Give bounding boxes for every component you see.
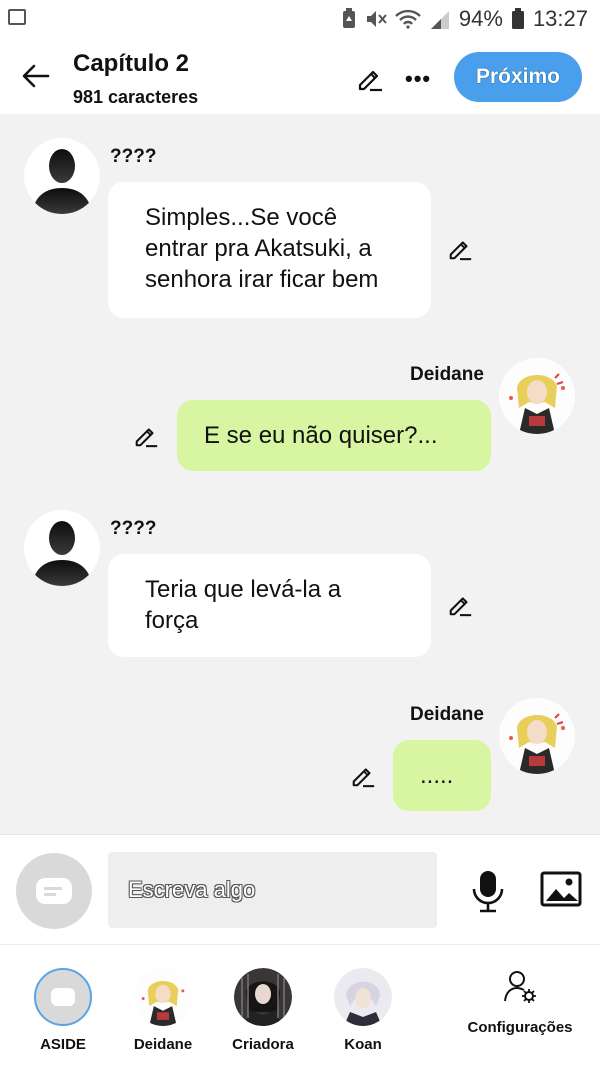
character-label: ASIDE bbox=[40, 1036, 86, 1053]
character-count: 981 caracteres bbox=[73, 87, 199, 107]
chat-area: ???? Simples...Se você entrar pra Akatsu… bbox=[0, 114, 600, 834]
message-bubble-right[interactable]: ..... bbox=[393, 740, 491, 811]
user-settings-icon bbox=[504, 971, 536, 1003]
message-sender-name: Deidane bbox=[410, 704, 484, 725]
unknown-character-avatar[interactable] bbox=[24, 138, 100, 214]
microphone-icon[interactable] bbox=[468, 869, 508, 913]
signal-icon bbox=[430, 11, 449, 29]
aside-toggle-button[interactable] bbox=[16, 853, 92, 929]
chapter-header: Capítulo 2 981 caracteres ••• Próximo bbox=[0, 40, 600, 114]
message-sender-name: ???? bbox=[110, 146, 157, 167]
anime-character-icon bbox=[499, 698, 575, 774]
character-label: Criadora bbox=[232, 1036, 294, 1053]
deidane-avatar[interactable] bbox=[499, 698, 575, 774]
criadora-avatar bbox=[234, 968, 292, 1026]
edit-message-icon[interactable] bbox=[447, 591, 473, 617]
status-icons: 94% 13:27 bbox=[341, 6, 588, 32]
deidane-avatar[interactable] bbox=[499, 358, 575, 434]
character-label: Deidane bbox=[133, 1036, 193, 1053]
character-label: Koan bbox=[344, 1036, 382, 1053]
character-deidane[interactable]: Deidane bbox=[123, 968, 203, 1053]
battery-icon bbox=[511, 8, 524, 29]
chat-bubble-icon bbox=[36, 878, 72, 904]
battery-saver-icon bbox=[342, 8, 355, 28]
chapter-title: Capítulo 2 bbox=[73, 50, 190, 77]
clock: 13:27 bbox=[532, 6, 588, 31]
anime-character-icon bbox=[499, 358, 575, 434]
silhouette-icon bbox=[32, 149, 92, 214]
edit-message-icon[interactable] bbox=[350, 762, 376, 788]
anime-character-icon bbox=[234, 968, 292, 1026]
wifi-icon bbox=[395, 9, 421, 29]
message-bubble-left[interactable]: Simples...Se você entrar pra Akatsuki, a… bbox=[108, 182, 431, 318]
battery-percent: 94% bbox=[458, 6, 503, 31]
message-bubble-left[interactable]: Teria que levá-la a força bbox=[108, 554, 431, 657]
character-aside[interactable]: ASIDE bbox=[23, 968, 103, 1053]
deidane-avatar bbox=[134, 968, 192, 1026]
edit-pencil-icon[interactable] bbox=[356, 64, 384, 92]
next-button[interactable]: Próximo bbox=[454, 52, 582, 102]
anime-character-icon bbox=[334, 968, 392, 1026]
composer-bar: Escreva algo bbox=[0, 834, 600, 945]
message-sender-name: Deidane bbox=[410, 364, 484, 385]
back-arrow-icon[interactable] bbox=[18, 58, 54, 94]
message-sender-name: ???? bbox=[110, 518, 157, 539]
silhouette-icon bbox=[32, 521, 92, 586]
character-criadora[interactable]: Criadora bbox=[223, 968, 303, 1053]
status-bar: 94% 13:27 bbox=[0, 0, 600, 40]
message-bubble-right[interactable]: E se eu não quiser?... bbox=[177, 400, 491, 471]
settings-button[interactable]: Configurações bbox=[462, 969, 578, 1036]
more-options-icon[interactable]: ••• bbox=[405, 66, 431, 92]
chat-bubble-icon bbox=[51, 988, 75, 1006]
character-koan[interactable]: Koan bbox=[323, 968, 403, 1053]
gallery-notification-icon bbox=[8, 9, 26, 25]
mute-icon bbox=[366, 11, 387, 27]
edit-message-icon[interactable] bbox=[447, 235, 473, 261]
message-input[interactable]: Escreva algo bbox=[108, 852, 437, 928]
aside-avatar bbox=[34, 968, 92, 1026]
anime-character-icon bbox=[134, 968, 192, 1026]
message-input-placeholder: Escreva algo bbox=[128, 877, 256, 902]
edit-message-icon[interactable] bbox=[133, 422, 159, 448]
unknown-character-avatar[interactable] bbox=[24, 510, 100, 586]
image-upload-icon[interactable] bbox=[540, 871, 582, 907]
koan-avatar bbox=[334, 968, 392, 1026]
settings-label: Configurações bbox=[467, 1019, 573, 1036]
character-selector: ASIDE Deidane Criadora Koan Configuraçõe… bbox=[0, 944, 600, 1068]
